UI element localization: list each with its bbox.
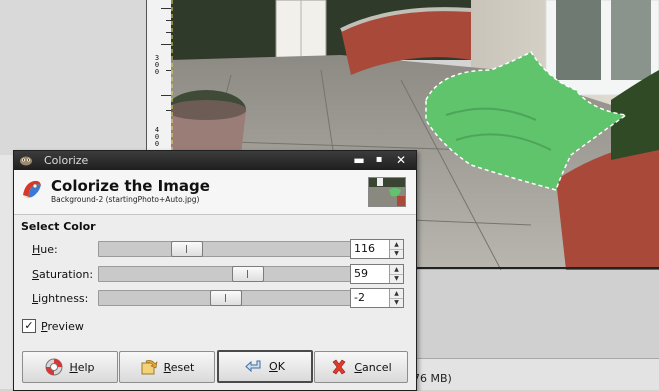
spin-down-icon[interactable]: ▼	[390, 298, 403, 307]
lightness-value[interactable]: -2	[354, 291, 365, 304]
dialog-titlebar[interactable]: Colorize ▬ ▪ ✕	[14, 151, 416, 170]
saturation-spinbox[interactable]: 59 ▲ ▼	[350, 264, 404, 284]
toolbox-panel	[0, 0, 147, 155]
lightness-slider-handle[interactable]	[210, 290, 242, 306]
help-button-label: Help	[69, 360, 95, 374]
section-title: Select Color	[21, 220, 96, 233]
ruler-number: 0	[154, 140, 160, 148]
lightness-spin-arrows[interactable]: ▲ ▼	[389, 289, 403, 307]
help-lifebuoy-icon	[45, 358, 63, 376]
lightness-slider[interactable]	[98, 290, 358, 306]
gimp-wilber-icon	[19, 154, 33, 166]
help-button[interactable]: Help	[22, 351, 118, 383]
lightness-label: Lightness:	[32, 292, 89, 305]
ok-button-label: OK	[269, 360, 285, 373]
close-icon[interactable]: ✕	[394, 153, 408, 167]
preview-checkbox[interactable]: ✓	[22, 319, 36, 333]
cancel-x-icon	[330, 358, 348, 376]
ok-arrow-icon	[245, 358, 263, 376]
maximize-icon[interactable]: ▪	[372, 153, 386, 167]
hue-slider-handle[interactable]	[171, 241, 203, 257]
reset-button[interactable]: Reset	[119, 351, 215, 383]
hue-spin-arrows[interactable]: ▲ ▼	[389, 240, 403, 258]
minimize-icon[interactable]: ▬	[352, 153, 366, 167]
hue-slider[interactable]	[98, 241, 358, 257]
dialog-window-title: Colorize	[44, 154, 89, 167]
dialog-subheading: Background-2 (startingPhoto+Auto.jpg)	[51, 195, 200, 204]
spin-down-icon[interactable]: ▼	[390, 274, 403, 283]
ok-button[interactable]: OK	[217, 350, 313, 383]
image-thumbnail	[368, 177, 406, 207]
hue-value[interactable]: 116	[354, 242, 375, 255]
saturation-spin-arrows[interactable]: ▲ ▼	[389, 265, 403, 283]
dialog-heading: Colorize the Image	[51, 177, 210, 195]
ruler-tick	[161, 95, 171, 96]
lightness-spinbox[interactable]: -2 ▲ ▼	[350, 288, 404, 308]
colorize-icon	[20, 177, 44, 201]
dialog-header: Colorize the Image Background-2 (startin…	[14, 170, 416, 215]
hue-label: Hue:	[32, 243, 58, 256]
colorize-dialog[interactable]: Colorize ▬ ▪ ✕ Colorize the Image Backgr…	[13, 150, 417, 391]
preview-label[interactable]: Preview	[41, 320, 84, 333]
saturation-value[interactable]: 59	[354, 267, 368, 280]
spin-down-icon[interactable]: ▼	[390, 249, 403, 258]
cancel-button-label: Cancel	[354, 360, 392, 374]
hue-spinbox[interactable]: 116 ▲ ▼	[350, 239, 404, 259]
cancel-button[interactable]: Cancel	[314, 351, 408, 383]
reset-icon	[140, 358, 158, 376]
ruler-number: 0	[154, 68, 160, 76]
saturation-label: Saturation:	[32, 268, 94, 281]
saturation-slider-handle[interactable]	[232, 266, 264, 282]
reset-button-label: Reset	[163, 360, 195, 374]
ruler-tick	[161, 8, 171, 9]
saturation-slider[interactable]	[98, 266, 358, 282]
status-text: 76 MB)	[413, 372, 452, 385]
ruler-tick	[161, 44, 171, 45]
